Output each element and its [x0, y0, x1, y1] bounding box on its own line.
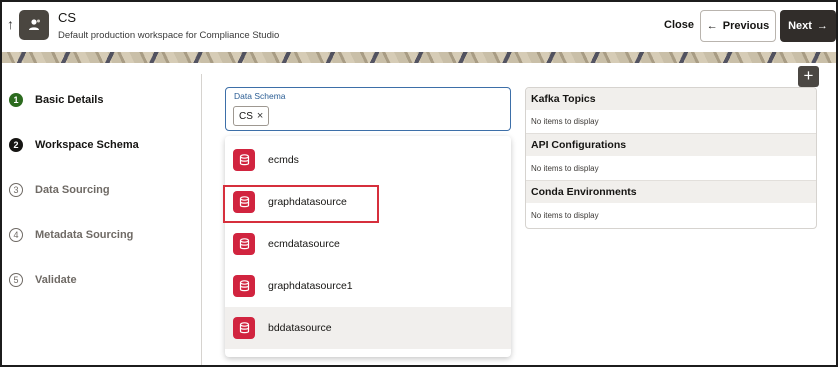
step-number: 2 — [9, 138, 23, 152]
step-validate[interactable]: 5 Validate — [9, 273, 77, 287]
dropdown-option[interactable]: bddatasource — [225, 307, 511, 349]
step-basic-details[interactable]: 1 Basic Details — [9, 93, 103, 107]
previous-button[interactable]: ← Previous — [700, 10, 776, 42]
add-icon[interactable]: + — [798, 66, 819, 87]
step-label: Validate — [35, 274, 77, 286]
step-number: 1 — [9, 93, 23, 107]
database-icon — [233, 275, 255, 297]
dropdown-option-label: ecmds — [268, 154, 299, 166]
step-label: Workspace Schema — [35, 139, 139, 151]
close-button[interactable]: Close — [664, 19, 694, 31]
page-subtitle: Default production workspace for Complia… — [58, 30, 280, 41]
section-header-kafka-topics: Kafka Topics — [526, 88, 816, 110]
data-schema-label: Data Schema — [234, 91, 286, 101]
dropdown-option[interactable]: ecmdatasource — [225, 223, 511, 265]
step-label: Metadata Sourcing — [35, 229, 134, 241]
data-schema-field[interactable]: Data Schema CS × — [225, 87, 511, 131]
dropdown-option[interactable]: graphdatasource1 — [225, 265, 511, 307]
empty-message: No items to display — [531, 211, 599, 220]
step-label: Data Sourcing — [35, 184, 110, 196]
steps-divider — [201, 74, 202, 365]
page-header: ↑ CS Default production workspace for Co… — [2, 2, 836, 52]
page-title: CS — [58, 10, 77, 25]
database-icon — [233, 233, 255, 255]
step-data-sourcing[interactable]: 3 Data Sourcing — [9, 183, 110, 197]
next-button-label: Next — [788, 20, 812, 32]
step-number: 5 — [9, 273, 23, 287]
database-icon — [233, 317, 255, 339]
database-icon — [233, 149, 255, 171]
wizard-steps: 1 Basic Details 2 Workspace Schema 3 Dat… — [2, 64, 202, 364]
dropdown-option-label: graphdatasource1 — [268, 280, 353, 292]
section-header-api-configurations: API Configurations — [526, 134, 816, 156]
next-button[interactable]: Next → — [780, 10, 836, 42]
step-workspace-schema[interactable]: 2 Workspace Schema — [9, 138, 139, 152]
step-label: Basic Details — [35, 94, 104, 106]
app-frame: ↑ CS Default production workspace for Co… — [0, 0, 838, 367]
chip-remove-icon[interactable]: × — [257, 110, 263, 122]
dropdown-option-label: bddatasource — [268, 322, 332, 334]
previous-button-label: Previous — [722, 20, 770, 32]
section-header-conda-environments: Conda Environments — [526, 181, 816, 203]
decorative-banner — [2, 52, 836, 63]
step-number: 4 — [9, 228, 23, 242]
arrow-left-icon: ← — [706, 20, 718, 32]
dropdown-option[interactable]: graphdatasource — [225, 181, 511, 223]
step-number: 3 — [9, 183, 23, 197]
arrow-right-icon: → — [816, 20, 828, 32]
chip-label: CS — [239, 110, 253, 122]
database-icon — [233, 191, 255, 213]
empty-message: No items to display — [531, 164, 599, 173]
selected-schema-chip: CS × — [233, 106, 270, 126]
dropdown-option[interactable]: ecmds — [225, 139, 511, 181]
dropdown-option-label: graphdatasource — [268, 196, 347, 208]
dropdown-option-label: ecmdatasource — [268, 238, 340, 250]
schema-dropdown: ecmds graphdatasource ecmdatasource grap… — [225, 136, 511, 357]
step-metadata-sourcing[interactable]: 4 Metadata Sourcing — [9, 228, 133, 242]
up-arrow-icon[interactable]: ↑ — [7, 16, 14, 32]
empty-message: No items to display — [531, 117, 599, 126]
configuration-panel: Kafka Topics No items to display API Con… — [525, 87, 817, 229]
workspace-icon — [19, 10, 49, 40]
